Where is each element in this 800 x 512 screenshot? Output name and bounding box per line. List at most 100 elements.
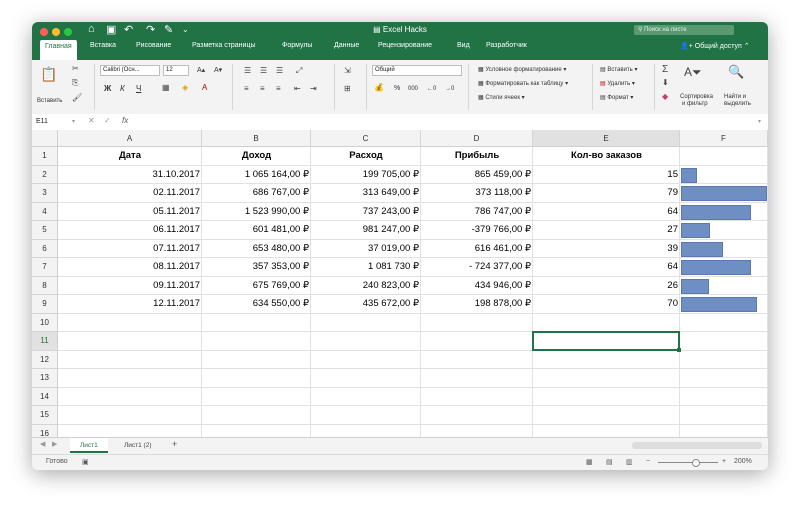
autosum-icon[interactable]: Σ (662, 64, 668, 75)
format-painter-icon[interactable]: 🖌 (72, 93, 82, 102)
sheet-tab-2[interactable]: Лист1 (2) (114, 438, 162, 453)
font-color-icon[interactable]: A (202, 83, 207, 92)
fill-handle[interactable] (677, 347, 681, 352)
format-cells-button[interactable]: ▤ Формат ▾ (600, 94, 633, 101)
cell-orders[interactable]: 64 (533, 258, 680, 277)
cell-income[interactable]: 653 480,00 ₽ (202, 240, 311, 259)
font-name-select[interactable]: Calibri (Осн... (100, 65, 160, 76)
cell-expense[interactable]: 313 649,00 ₽ (311, 184, 421, 203)
align-middle-icon[interactable]: ☰ (260, 66, 267, 75)
cell-profit[interactable]: 865 459,00 ₽ (421, 166, 533, 185)
row-header[interactable]: 14 (32, 387, 58, 406)
cell-date[interactable]: 08.11.2017 (58, 258, 202, 277)
fill-icon[interactable]: ⬇ (662, 78, 669, 87)
macro-record-icon[interactable]: ▣ (82, 458, 89, 466)
header-cell[interactable]: Кол-во заказов (533, 147, 680, 166)
italic-button[interactable]: К (120, 84, 125, 93)
font-size-select[interactable]: 12 (163, 65, 189, 76)
insert-function-icon[interactable]: fx (122, 116, 128, 125)
row-header[interactable]: 12 (32, 350, 58, 369)
currency-format-icon[interactable]: 💰 (374, 83, 384, 92)
column-header-b[interactable]: B (202, 130, 311, 147)
cell-profit[interactable]: 616 461,00 ₽ (421, 240, 533, 259)
align-right-icon[interactable]: ≡ (276, 84, 281, 93)
tab-draw[interactable]: Рисование (136, 42, 171, 49)
number-format-select[interactable]: Общий (372, 65, 462, 76)
copy-icon[interactable]: ⎘ (72, 78, 78, 88)
cell-profit[interactable]: -379 766,00 ₽ (421, 221, 533, 240)
tab-formulas[interactable]: Формулы (282, 42, 312, 49)
formula-input[interactable] (140, 116, 760, 127)
cell-profit[interactable]: - 724 377,00 ₽ (421, 258, 533, 277)
increase-indent-icon[interactable]: ⇥ (310, 84, 317, 93)
conditional-formatting-button[interactable]: ▦ Условное форматирование ▾ (478, 66, 566, 73)
align-top-icon[interactable]: ☰ (244, 66, 251, 75)
tab-page-layout[interactable]: Разметка страницы (192, 42, 256, 49)
cell-date[interactable]: 07.11.2017 (58, 240, 202, 259)
cell-expense[interactable]: 37 019,00 ₽ (311, 240, 421, 259)
bold-button[interactable]: Ж (104, 84, 111, 93)
orientation-icon[interactable]: ⤢ (296, 66, 302, 76)
zoom-slider[interactable] (658, 462, 718, 463)
scissors-icon[interactable]: ✂ (72, 64, 79, 73)
row-header[interactable]: 9 (32, 295, 58, 314)
decrease-font-icon[interactable]: A▾ (214, 66, 222, 74)
column-header-a[interactable]: A (58, 130, 202, 147)
cell-date[interactable]: 09.11.2017 (58, 277, 202, 296)
cell-orders[interactable]: 27 (533, 221, 680, 240)
cancel-entry-icon[interactable]: ✕ (88, 116, 95, 125)
column-header-e[interactable]: E (533, 130, 680, 147)
cell-expense[interactable]: 1 081 730 ₽ (311, 258, 421, 277)
underline-button[interactable]: Ч (136, 84, 141, 93)
cell-income[interactable]: 634 550,00 ₽ (202, 295, 311, 314)
thousands-separator-icon[interactable]: 000 (408, 86, 418, 92)
cell-date[interactable]: 12.11.2017 (58, 295, 202, 314)
header-cell[interactable]: Доход (202, 147, 311, 166)
cell-styles-button[interactable]: ▦ Стили ячеек ▾ (478, 94, 525, 101)
tab-developer[interactable]: Разработчик (486, 42, 527, 49)
next-sheet-icon[interactable]: ▶ (52, 440, 57, 448)
clipboard-icon[interactable]: 📋 (40, 66, 57, 83)
horizontal-scrollbar[interactable] (632, 442, 762, 449)
delete-cells-button[interactable]: ▤ Удалить ▾ (600, 80, 635, 87)
selected-cell[interactable] (532, 331, 680, 351)
row-header[interactable]: 8 (32, 276, 58, 295)
sort-filter-label-2[interactable]: и фильтр (682, 101, 708, 107)
cell-orders[interactable]: 15 (533, 166, 680, 185)
insert-cells-button[interactable]: ▤ Вставить ▾ (600, 66, 637, 73)
cell-orders[interactable]: 64 (533, 203, 680, 222)
percent-format-icon[interactable]: % (394, 85, 400, 92)
sort-filter-label-1[interactable]: Сортировка (680, 94, 713, 100)
cell-profit[interactable]: 786 747,00 ₽ (421, 203, 533, 222)
column-header-c[interactable]: C (311, 130, 421, 147)
align-center-icon[interactable]: ≡ (260, 84, 265, 93)
fill-color-icon[interactable]: ◈ (182, 83, 188, 92)
increase-decimal-icon[interactable]: ←0 (427, 86, 436, 92)
expand-formula-bar-icon[interactable]: ▾ (758, 118, 761, 125)
row-header[interactable]: 11 (32, 332, 58, 351)
cell-orders[interactable]: 39 (533, 240, 680, 259)
tab-data[interactable]: Данные (334, 42, 359, 49)
row-header[interactable]: 13 (32, 369, 58, 388)
cell-income[interactable]: 357 353,00 ₽ (202, 258, 311, 277)
sheet-tab-1[interactable]: Лист1 (70, 438, 108, 453)
find-select-label-2[interactable]: выделить (724, 101, 751, 107)
sort-filter-icon[interactable]: A⏷ (684, 65, 702, 80)
paste-button[interactable]: Вставить (37, 98, 62, 104)
tab-view[interactable]: Вид (457, 42, 470, 49)
merge-cells-icon[interactable]: ⊞ (344, 84, 351, 93)
row-header[interactable]: 10 (32, 313, 58, 332)
row-header[interactable]: 7 (32, 258, 58, 277)
row-header[interactable]: 6 (32, 239, 58, 258)
cell-income[interactable]: 601 481,00 ₽ (202, 221, 311, 240)
align-left-icon[interactable]: ≡ (244, 84, 249, 93)
tab-home[interactable]: Главная (40, 40, 77, 60)
cell-income[interactable]: 675 769,00 ₽ (202, 277, 311, 296)
page-layout-view-icon[interactable]: ▤ (606, 458, 613, 466)
cell-profit[interactable]: 198 878,00 ₽ (421, 295, 533, 314)
add-sheet-button[interactable]: + (172, 439, 177, 449)
find-select-label-1[interactable]: Найти и (724, 94, 746, 100)
cell-date[interactable]: 05.11.2017 (58, 203, 202, 222)
align-bottom-icon[interactable]: ☰ (276, 66, 283, 75)
column-header-f[interactable]: F (680, 130, 768, 147)
